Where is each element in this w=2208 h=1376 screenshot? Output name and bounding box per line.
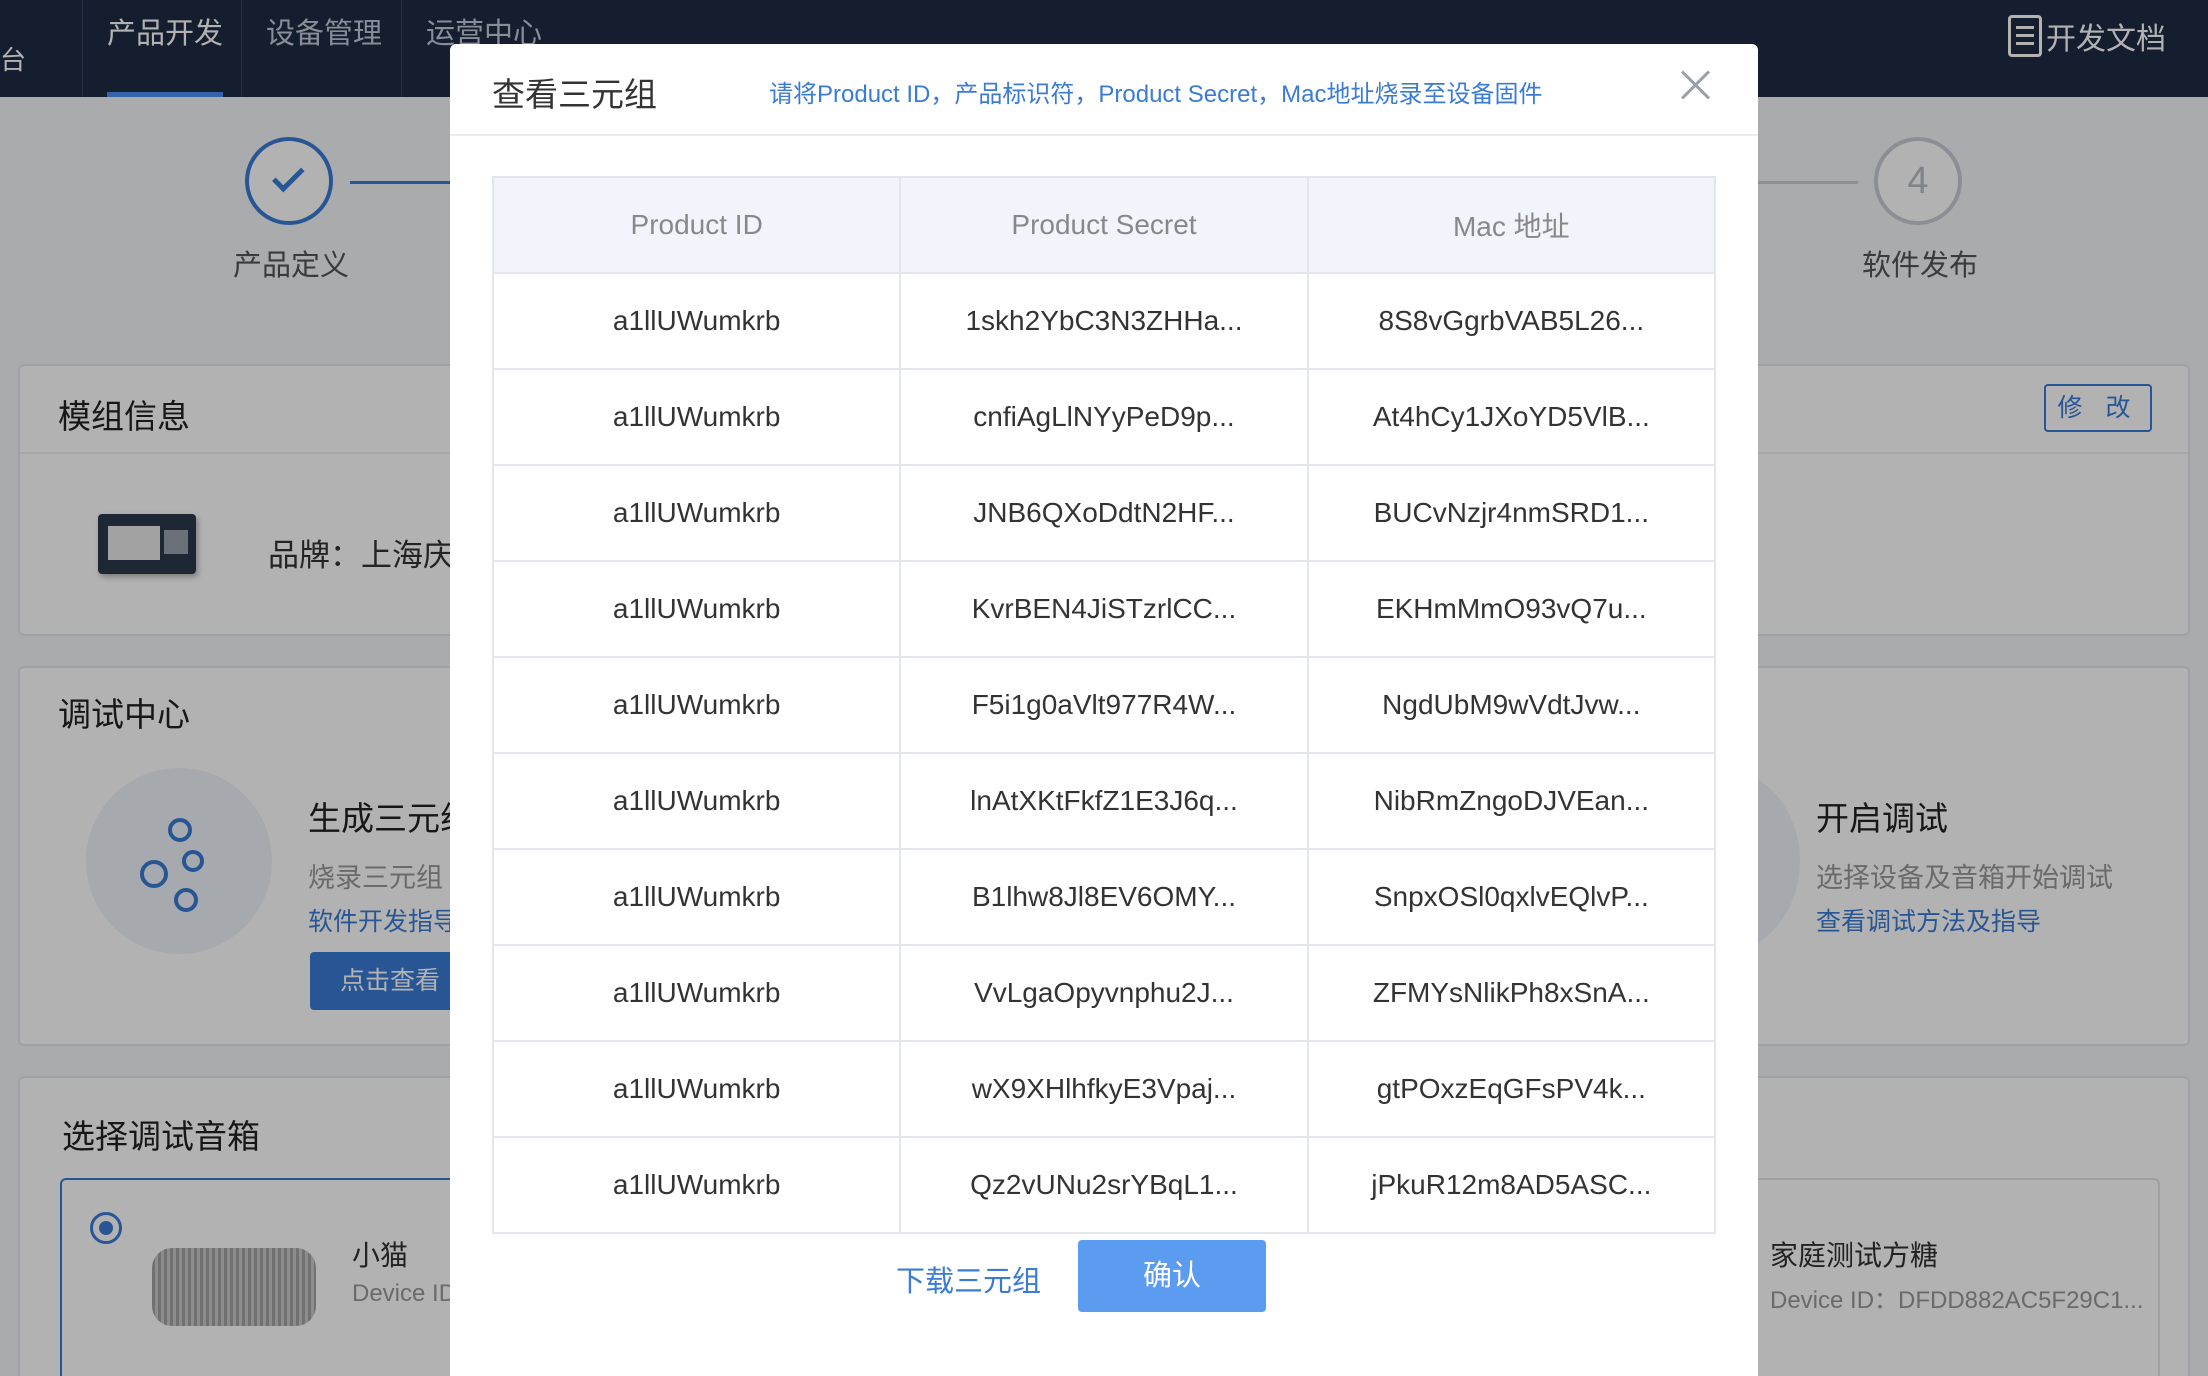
product-secret-cell: cnfiAgLlNYyPeD9p... — [899, 368, 1309, 466]
product-secret-cell: B1lhw8Jl8EV6OMY... — [899, 848, 1309, 946]
product-secret-cell: 1skh2YbC3N3ZHHa... — [899, 272, 1309, 370]
mac-cell: 8S8vGgrbVAB5L26... — [1306, 272, 1717, 370]
column-header-mac: Mac 地址 — [1306, 176, 1717, 274]
product-id-cell: a1llUWumkrb — [491, 560, 902, 658]
product-id-cell: a1llUWumkrb — [491, 1040, 902, 1138]
product-id-cell: a1llUWumkrb — [491, 848, 902, 946]
product-secret-cell: lnAtXKtFkfZ1E3J6q... — [899, 752, 1309, 850]
product-secret-cell: Qz2vUNu2srYBqL1... — [899, 1136, 1309, 1234]
triples-table: Product ID Product Secret Mac 地址 a1llUWu… — [491, 176, 1717, 1234]
mac-cell: ZFMYsNlikPh8xSnA... — [1306, 944, 1717, 1042]
mac-cell: jPkuR12m8AD5ASC... — [1306, 1136, 1717, 1234]
mac-cell: BUCvNzjr4nmSRD1... — [1306, 464, 1717, 562]
modal-hint: 请将Product ID，产品标识符，Product Secret，Mac地址烧… — [769, 81, 1543, 108]
modal-title: 查看三元组 — [492, 76, 657, 113]
table-header-row: Product ID Product Secret Mac 地址 — [491, 176, 1717, 274]
triples-modal: 查看三元组 请将Product ID，产品标识符，Product Secret，… — [450, 44, 1758, 1376]
product-id-cell: a1llUWumkrb — [491, 464, 902, 562]
table-row: a1llUWumkrb lnAtXKtFkfZ1E3J6q... NibRmZn… — [491, 752, 1717, 850]
product-id-cell: a1llUWumkrb — [491, 272, 902, 370]
modal-header: 查看三元组 请将Product ID，产品标识符，Product Secret，… — [450, 44, 1758, 136]
table-row: a1llUWumkrb 1skh2YbC3N3ZHHa... 8S8vGgrbV… — [491, 272, 1717, 370]
close-icon[interactable] — [1676, 66, 1714, 104]
mac-cell: SnpxOSl0qxlvEQlvP... — [1306, 848, 1717, 946]
table-row: a1llUWumkrb VvLgaOpyvnphu2J... ZFMYsNlik… — [491, 944, 1717, 1042]
confirm-button[interactable]: 确认 — [1078, 1240, 1266, 1312]
table-row: a1llUWumkrb B1lhw8Jl8EV6OMY... SnpxOSl0q… — [491, 848, 1717, 946]
table-row: a1llUWumkrb JNB6QXoDdtN2HF... BUCvNzjr4n… — [491, 464, 1717, 562]
product-id-cell: a1llUWumkrb — [491, 368, 902, 466]
product-id-cell: a1llUWumkrb — [491, 656, 902, 754]
mac-cell: At4hCy1JXoYD5VlB... — [1306, 368, 1717, 466]
product-secret-cell: wX9XHlhfkyE3Vpaj... — [899, 1040, 1309, 1138]
product-secret-cell: F5i1g0aVlt977R4W... — [899, 656, 1309, 754]
product-secret-cell: JNB6QXoDdtN2HF... — [899, 464, 1309, 562]
product-secret-cell: VvLgaOpyvnphu2J... — [899, 944, 1309, 1042]
table-row: a1llUWumkrb cnfiAgLlNYyPeD9p... At4hCy1J… — [491, 368, 1717, 466]
mac-cell: gtPOxzEqGFsPV4k... — [1306, 1040, 1717, 1138]
product-id-cell: a1llUWumkrb — [491, 944, 902, 1042]
column-header-product-id: Product ID — [491, 176, 902, 274]
table-row: a1llUWumkrb Qz2vUNu2srYBqL1... jPkuR12m8… — [491, 1136, 1717, 1234]
table-row: a1llUWumkrb F5i1g0aVlt977R4W... NgdUbM9w… — [491, 656, 1717, 754]
mac-cell: NibRmZngoDJVEan... — [1306, 752, 1717, 850]
product-id-cell: a1llUWumkrb — [491, 1136, 902, 1234]
column-header-product-secret: Product Secret — [899, 176, 1309, 274]
table-row: a1llUWumkrb KvrBEN4JiSTzrlCC... EKHmMmO9… — [491, 560, 1717, 658]
mac-cell: NgdUbM9wVdtJvw... — [1306, 656, 1717, 754]
product-secret-cell: KvrBEN4JiSTzrlCC... — [899, 560, 1309, 658]
product-id-cell: a1llUWumkrb — [491, 752, 902, 850]
table-row: a1llUWumkrb wX9XHlhfkyE3Vpaj... gtPOxzEq… — [491, 1040, 1717, 1138]
mac-cell: EKHmMmO93vQ7u... — [1306, 560, 1717, 658]
download-triples-link[interactable]: 下载三元组 — [896, 1258, 1041, 1300]
